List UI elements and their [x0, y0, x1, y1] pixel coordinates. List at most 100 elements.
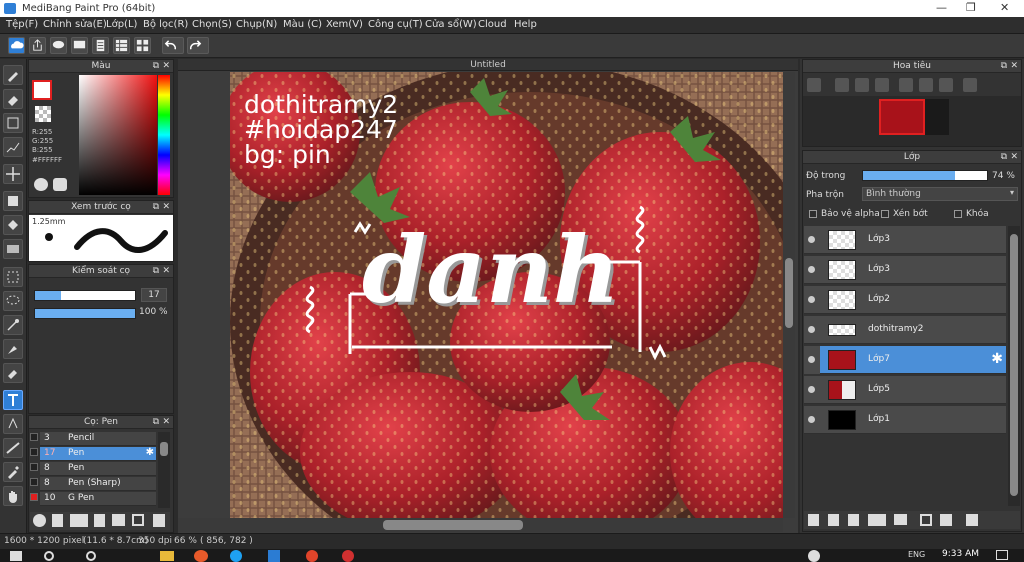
cortana-icon[interactable]	[86, 551, 96, 561]
document-canvas[interactable]: dothitramy2 #hoidap247 bg: pin danh	[230, 72, 783, 518]
brush-item[interactable]: 10 G Pen	[40, 492, 156, 506]
brush-item[interactable]: 8 Pen	[40, 462, 156, 476]
zoom-in-alt-icon[interactable]	[835, 78, 849, 92]
brush-item[interactable]: 3 Pencil	[40, 432, 156, 446]
detach-icon[interactable]: ⧉	[153, 416, 159, 429]
menu-cloud[interactable]: Cloud	[478, 19, 507, 30]
rotate-right-icon[interactable]	[939, 78, 953, 92]
comment-icon[interactable]	[71, 37, 88, 54]
gradient-tool-icon[interactable]	[3, 239, 23, 259]
close-icon[interactable]: ✕	[1000, 1, 1009, 14]
zoom-in-icon[interactable]	[807, 78, 821, 92]
menu-window[interactable]: Cửa sổ(W)	[425, 19, 477, 30]
brush-size-value[interactable]: 17	[141, 288, 167, 302]
minimize-icon[interactable]: —	[936, 1, 947, 14]
maximize-icon[interactable]: ❐	[966, 1, 976, 14]
undo-icon[interactable]	[162, 37, 184, 54]
delete-brush-icon[interactable]	[153, 514, 165, 527]
menu-select[interactable]: Chọn(S)	[192, 19, 232, 30]
cloud-brush-icon[interactable]	[33, 514, 46, 527]
folder-icon[interactable]	[112, 514, 125, 526]
detach-icon[interactable]: ⧉	[1001, 151, 1007, 164]
operation-tool-icon[interactable]	[3, 414, 23, 434]
layer-row[interactable]: Lớp1	[804, 406, 1006, 434]
windows-start-icon[interactable]	[10, 551, 22, 561]
text-tool-icon[interactable]	[3, 390, 23, 410]
language-indicator[interactable]: ENG	[908, 550, 925, 559]
fill-rect-tool-icon[interactable]	[3, 191, 23, 211]
grid-view-icon[interactable]	[113, 37, 130, 54]
primary-color-swatch[interactable]	[32, 80, 52, 100]
line-tool-icon[interactable]	[3, 137, 23, 157]
hand-tool-icon[interactable]	[3, 486, 23, 506]
tiles-icon[interactable]	[134, 37, 151, 54]
close-panel-icon[interactable]: ✕	[162, 201, 170, 214]
copy-brush-icon[interactable]	[132, 514, 144, 526]
merge-layer-icon[interactable]	[940, 514, 952, 526]
layer-row[interactable]: Lớp5	[804, 376, 1006, 404]
menu-capture[interactable]: Chụp(N)	[236, 19, 277, 30]
document-tab[interactable]: Untitled	[178, 59, 798, 71]
visibility-eye-icon[interactable]	[808, 296, 815, 303]
close-panel-icon[interactable]: ✕	[162, 265, 170, 278]
add-brush-dropdown-icon[interactable]	[70, 514, 88, 527]
layer-row[interactable]: Lớp3	[804, 226, 1006, 254]
brush-tool-icon[interactable]	[3, 65, 23, 85]
select-eraser-icon[interactable]	[3, 363, 23, 383]
brush-settings-gear-icon[interactable]: ✱	[146, 447, 154, 458]
file-explorer-icon[interactable]	[160, 551, 174, 561]
visibility-eye-icon[interactable]	[808, 386, 815, 393]
rectangle-tool-icon[interactable]	[3, 113, 23, 133]
layer-row[interactable]: Lớp3	[804, 256, 1006, 284]
protect-alpha-checkbox[interactable]	[809, 210, 817, 218]
close-panel-icon[interactable]: ✕	[162, 60, 170, 73]
brush-opacity-slider[interactable]	[34, 308, 136, 319]
add-layer-dropdown-icon[interactable]	[868, 514, 886, 526]
blend-mode-select[interactable]: Bình thường ▾	[862, 187, 1018, 201]
new-halftone-layer-icon[interactable]	[828, 514, 839, 526]
palette-icon[interactable]	[34, 178, 48, 191]
new-brush-icon[interactable]	[52, 514, 63, 527]
divide-tool-icon[interactable]	[3, 438, 23, 458]
fit-icon[interactable]	[855, 78, 869, 92]
new-8bit-layer-icon[interactable]	[848, 514, 859, 526]
brush-settings-icon[interactable]	[94, 514, 105, 527]
share-icon[interactable]	[29, 37, 46, 54]
detach-icon[interactable]: ⧉	[153, 201, 159, 214]
chrome-icon[interactable]	[306, 550, 318, 562]
layers-scrollbar[interactable]	[1008, 226, 1020, 506]
layer-row[interactable]: dothitramy2	[804, 316, 1006, 344]
menu-view[interactable]: Xem(V)	[326, 19, 363, 30]
visibility-eye-icon[interactable]	[808, 416, 815, 423]
navigator-viewport[interactable]	[879, 99, 925, 135]
layer-row[interactable]: Lớp2	[804, 286, 1006, 314]
canvas-horizontal-scrollbar[interactable]	[178, 518, 783, 532]
menu-edit[interactable]: Chỉnh sửa(E)	[43, 19, 107, 30]
visibility-eye-icon[interactable]	[808, 356, 815, 363]
eyedropper-icon[interactable]	[3, 462, 23, 482]
canvas-vertical-scrollbar[interactable]	[783, 72, 795, 518]
transparent-swatch[interactable]	[35, 106, 51, 122]
chat-icon[interactable]	[50, 37, 67, 54]
delete-layer-icon[interactable]	[966, 514, 978, 526]
menu-layer[interactable]: Lớp(L)	[106, 19, 137, 30]
lock-checkbox[interactable]	[954, 210, 962, 218]
duplicate-layer-icon[interactable]	[920, 514, 932, 526]
brush-list-scrollbar[interactable]	[158, 432, 170, 508]
rotate-left-icon[interactable]	[899, 78, 913, 92]
visibility-eye-icon[interactable]	[808, 236, 815, 243]
clock[interactable]: 9:33 AM	[942, 549, 979, 559]
clipping-checkbox[interactable]	[881, 210, 889, 218]
menu-color[interactable]: Màu (C)	[283, 19, 322, 30]
color-sv-picker[interactable]	[79, 75, 157, 195]
magic-wand-icon[interactable]	[3, 315, 23, 335]
detach-icon[interactable]: ⧉	[1001, 60, 1007, 73]
medibang-taskbar-icon[interactable]	[194, 550, 208, 562]
notifications-icon[interactable]	[996, 550, 1008, 560]
navigator-preview[interactable]	[803, 96, 1021, 146]
menu-file[interactable]: Tệp(F)	[6, 19, 38, 30]
menu-help[interactable]: Help	[514, 19, 537, 30]
move-tool-icon[interactable]	[3, 164, 23, 184]
visibility-eye-icon[interactable]	[808, 266, 815, 273]
reset-rotate-icon[interactable]	[919, 78, 933, 92]
